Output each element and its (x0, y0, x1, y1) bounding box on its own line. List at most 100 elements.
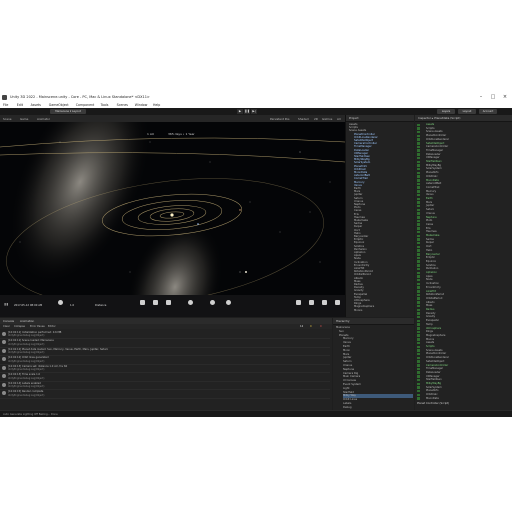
enabled-checkbox[interactable] (417, 204, 420, 208)
camera2-icon[interactable] (309, 300, 314, 305)
enabled-checkbox[interactable] (417, 378, 420, 382)
menu-item-assets[interactable]: Assets (31, 103, 41, 107)
enabled-checkbox[interactable] (417, 245, 420, 249)
enabled-checkbox[interactable] (417, 338, 420, 341)
enabled-checkbox[interactable] (417, 323, 420, 326)
inspector-row[interactable]: MoonData (417, 397, 502, 401)
enabled-checkbox[interactable] (417, 182, 420, 186)
enabled-checkbox[interactable] (417, 171, 420, 175)
maximize-button[interactable]: □ (488, 94, 498, 101)
enabled-checkbox[interactable] (417, 167, 420, 171)
enabled-checkbox[interactable] (417, 253, 420, 256)
close-button[interactable]: × (500, 94, 510, 101)
scene-overlay-shaded[interactable]: Shaded (298, 117, 309, 121)
enabled-checkbox[interactable] (417, 260, 420, 263)
labels-icon[interactable] (166, 300, 171, 305)
enabled-checkbox[interactable] (417, 208, 420, 212)
mars[interactable] (239, 209, 241, 211)
enabled-checkbox[interactable] (417, 145, 420, 149)
enabled-checkbox[interactable] (417, 164, 420, 167)
enabled-checkbox[interactable] (417, 282, 420, 286)
scene-overlay-gizmos[interactable]: Gizmos (322, 117, 332, 121)
scene-overlay-persistent[interactable]: Persistent Pos (270, 117, 289, 121)
sun[interactable] (170, 213, 174, 217)
enabled-checkbox[interactable] (417, 153, 420, 156)
enabled-checkbox[interactable] (417, 142, 420, 145)
menu-item-gameobject[interactable]: GameObject (49, 103, 69, 107)
capture-icon[interactable] (322, 300, 327, 305)
enabled-checkbox[interactable] (417, 334, 420, 337)
enabled-checkbox[interactable] (417, 293, 420, 297)
fullscreen-icon[interactable] (335, 300, 340, 305)
error-pause-button[interactable]: Error Pause (30, 325, 45, 328)
earth[interactable] (197, 223, 199, 225)
enabled-checkbox[interactable] (417, 356, 420, 360)
step-button[interactable]: ▶| (251, 109, 257, 114)
enabled-checkbox[interactable] (417, 197, 420, 200)
enabled-checkbox[interactable] (417, 315, 420, 319)
enabled-checkbox[interactable] (417, 223, 420, 226)
enabled-checkbox[interactable] (417, 241, 420, 245)
scene-selector[interactable]: Mainscene ▾ Layout (50, 109, 86, 114)
planets-icon[interactable] (140, 300, 145, 305)
enabled-checkbox[interactable] (417, 234, 420, 237)
enabled-checkbox[interactable] (417, 371, 420, 374)
enabled-checkbox[interactable] (417, 301, 420, 304)
error-count[interactable]: 0 (320, 325, 322, 328)
enabled-checkbox[interactable] (417, 312, 420, 315)
enabled-checkbox[interactable] (417, 375, 420, 378)
settings-icon[interactable] (226, 300, 231, 305)
enabled-checkbox[interactable] (417, 193, 420, 197)
enabled-checkbox[interactable] (417, 127, 420, 130)
tab-scene[interactable]: Scene (3, 117, 12, 121)
menu-item-help[interactable]: Help (153, 103, 160, 107)
grid-icon[interactable] (188, 300, 193, 305)
enabled-checkbox[interactable] (417, 190, 420, 193)
enabled-checkbox[interactable] (417, 249, 420, 252)
tab-console[interactable]: Console (3, 319, 14, 323)
enabled-checkbox[interactable] (417, 364, 420, 367)
enabled-checkbox[interactable] (417, 349, 420, 352)
menu-item-window[interactable]: Window (135, 103, 148, 107)
pause-button[interactable]: ❚❚ (244, 109, 250, 114)
collapse-button[interactable]: Collapse (14, 325, 25, 328)
enabled-checkbox[interactable] (417, 130, 420, 134)
hierarchy-item[interactable]: Debug (343, 406, 413, 409)
enabled-checkbox[interactable] (417, 156, 420, 160)
enabled-checkbox[interactable] (417, 341, 420, 345)
enabled-checkbox[interactable] (417, 264, 420, 267)
pause-icon[interactable]: ❚❚ (4, 303, 8, 306)
info-icon[interactable] (153, 300, 158, 305)
orbit-icon[interactable] (210, 300, 215, 305)
warning-count[interactable]: 0 (310, 325, 312, 328)
tab-animator[interactable]: Animator (37, 117, 50, 121)
enabled-checkbox[interactable] (417, 367, 420, 371)
menu-item-tools[interactable]: Tools (101, 103, 109, 107)
enabled-checkbox[interactable] (417, 319, 420, 323)
enabled-checkbox[interactable] (417, 175, 420, 178)
menu-item-component[interactable]: Component (76, 103, 95, 107)
enabled-checkbox[interactable] (417, 212, 420, 215)
console-entry[interactable]: [10:02:15] Render complete UnityEngine.De… (0, 390, 330, 399)
enabled-checkbox[interactable] (417, 201, 420, 204)
enabled-checkbox[interactable] (417, 230, 420, 234)
enabled-checkbox[interactable] (417, 271, 420, 274)
enabled-checkbox[interactable] (417, 304, 420, 308)
enabled-checkbox[interactable] (417, 160, 420, 163)
log-count[interactable]: 12 (300, 325, 303, 328)
enabled-checkbox[interactable] (417, 386, 420, 389)
project-item[interactable]: Moons (354, 309, 412, 312)
enabled-checkbox[interactable] (417, 330, 420, 334)
tab-game[interactable]: Game (20, 117, 28, 121)
scene-overlay-2d[interactable]: 2D (314, 117, 318, 121)
enabled-checkbox[interactable] (417, 219, 420, 223)
enabled-checkbox[interactable] (417, 389, 420, 393)
enabled-checkbox[interactable] (417, 382, 420, 385)
enabled-checkbox[interactable] (417, 397, 420, 400)
camera-icon[interactable] (296, 300, 301, 305)
enabled-checkbox[interactable] (417, 267, 420, 271)
layout-dropdown[interactable]: Layout (458, 109, 476, 114)
play-button[interactable]: ▶ (237, 109, 243, 114)
enabled-checkbox[interactable] (417, 238, 420, 241)
enabled-checkbox[interactable] (417, 297, 420, 300)
